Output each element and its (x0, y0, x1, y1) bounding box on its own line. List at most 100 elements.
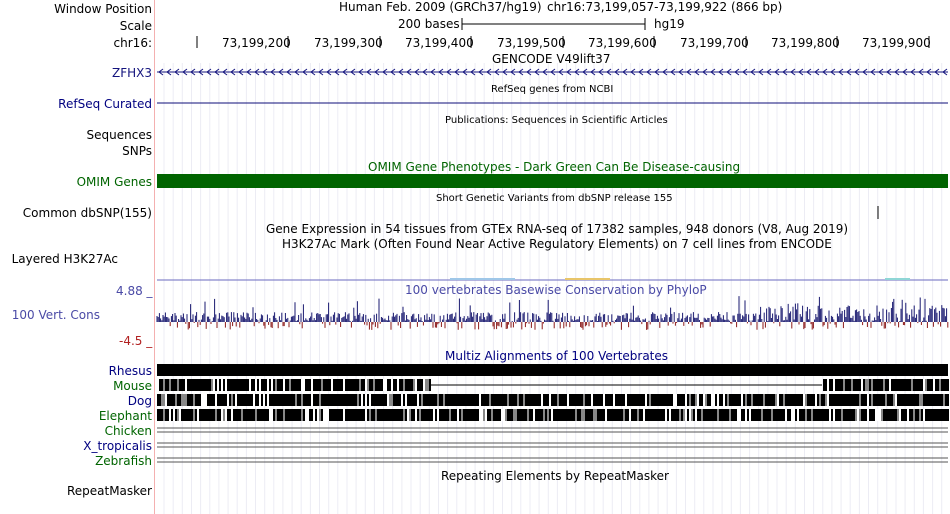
species-label-chicken[interactable]: Chicken (0, 424, 152, 438)
alignment-block (707, 394, 709, 406)
alignment-block (683, 409, 685, 421)
alignment-block (393, 394, 395, 406)
alignment-block (829, 409, 831, 421)
alignment-block (707, 409, 709, 421)
repeatmasker-track-label[interactable]: RepeatMasker (0, 484, 152, 498)
alignment-block (855, 379, 857, 391)
alignment-block (659, 394, 661, 406)
alignment-block (429, 394, 431, 406)
species-label-dog[interactable]: Dog (0, 394, 152, 408)
alignment-block (303, 379, 305, 391)
species-label-rhesus[interactable]: Rhesus (0, 364, 152, 378)
alignment-block (569, 409, 571, 421)
alignment-block (235, 394, 237, 406)
alignment-block (241, 394, 243, 406)
species-label-x-tropicalis[interactable]: X_tropicalis (0, 439, 152, 453)
alignment-block (711, 394, 713, 406)
alignment-block (739, 409, 741, 421)
omim-track-label[interactable]: OMIM Genes (0, 175, 152, 189)
alignment-block (687, 394, 689, 406)
alignment-block (263, 394, 265, 406)
alignment-block (877, 409, 879, 421)
species-label-mouse[interactable]: Mouse (0, 379, 152, 393)
alignment-block (395, 379, 397, 391)
phylop-track-label[interactable]: 100 Vert. Cons (0, 308, 100, 322)
alignment-block (499, 409, 501, 421)
alignment-block (833, 394, 835, 406)
alignment-block (643, 394, 645, 406)
alignment-block (485, 409, 487, 421)
alignment-block (369, 394, 371, 406)
alignment-block (859, 379, 861, 391)
alignment-block (663, 409, 665, 421)
alignment-block (171, 379, 173, 391)
alignment-block (415, 394, 417, 406)
alignment-block (519, 409, 521, 421)
alignment-block (659, 409, 661, 421)
alignment-block (805, 409, 807, 421)
alignment-block (399, 394, 401, 406)
alignment-block (165, 394, 167, 406)
alignment-block (563, 409, 565, 421)
alignment-block (675, 394, 677, 406)
refseq-track-label[interactable]: RefSeq Curated (0, 97, 152, 111)
alignment-block (945, 409, 947, 421)
alignment-block (735, 409, 737, 421)
publications-snps-label[interactable]: SNPs (0, 144, 152, 158)
alignment-block (665, 394, 667, 406)
alignment-block (213, 409, 215, 421)
alignment-block (553, 394, 555, 406)
alignment-block (791, 409, 793, 421)
alignment-block (863, 409, 865, 421)
gencode-gene-label[interactable]: ZFHX3 (0, 66, 152, 80)
alignment-block (227, 394, 229, 406)
alignment-block (365, 394, 367, 406)
alignment-block (361, 409, 363, 421)
alignment-block (925, 379, 927, 391)
alignment-block (473, 394, 475, 406)
species-label-zebrafish[interactable]: Zebrafish (0, 454, 152, 468)
alignment-block (169, 409, 171, 421)
alignment-block (247, 379, 249, 391)
alignment-block (589, 409, 591, 421)
alignment-block (163, 409, 165, 421)
alignment-block (241, 409, 243, 421)
alignment-block (801, 394, 803, 406)
dbsnp-track-label[interactable]: Common dbSNP(155) (0, 206, 152, 220)
tick-label: 73,199,400 (405, 36, 474, 50)
alignment-block (175, 394, 177, 406)
alignment-block (543, 394, 545, 406)
alignment-block (919, 379, 921, 391)
alignment-block (685, 394, 687, 406)
alignment-block (655, 394, 657, 406)
alignment-block (783, 394, 785, 406)
h3k27ac-track-label[interactable]: Layered H3K27Ac (0, 252, 118, 266)
alignment-block (871, 409, 873, 421)
alignment-block (381, 409, 383, 421)
alignment-block (785, 409, 787, 421)
alignment-block (417, 394, 419, 406)
alignment-block (279, 409, 281, 421)
alignment-block (203, 409, 205, 421)
alignment-block (455, 394, 457, 406)
alignment-block (473, 409, 475, 421)
alignment-block (583, 394, 585, 406)
alignment-block (291, 409, 293, 421)
alignment-block (827, 409, 829, 421)
alignment-block (261, 409, 263, 421)
alignment-block (165, 379, 167, 391)
alignment-block (859, 394, 861, 406)
genome-browser-image[interactable]: Window Position Human Feb. 2009 (GRCh37/… (0, 0, 950, 514)
publications-sequences-label[interactable]: Sequences (0, 128, 152, 142)
alignment-block (333, 409, 335, 421)
species-label-elephant[interactable]: Elephant (0, 409, 152, 423)
alignment-block (787, 394, 789, 406)
alignment-block (817, 409, 819, 421)
alignment-block (293, 379, 295, 391)
alignment-block (173, 379, 175, 391)
alignment-block (617, 394, 619, 406)
alignment-block (915, 394, 917, 406)
alignment-block (229, 409, 231, 421)
alignment-block (819, 394, 821, 406)
alignment-block (257, 409, 259, 421)
